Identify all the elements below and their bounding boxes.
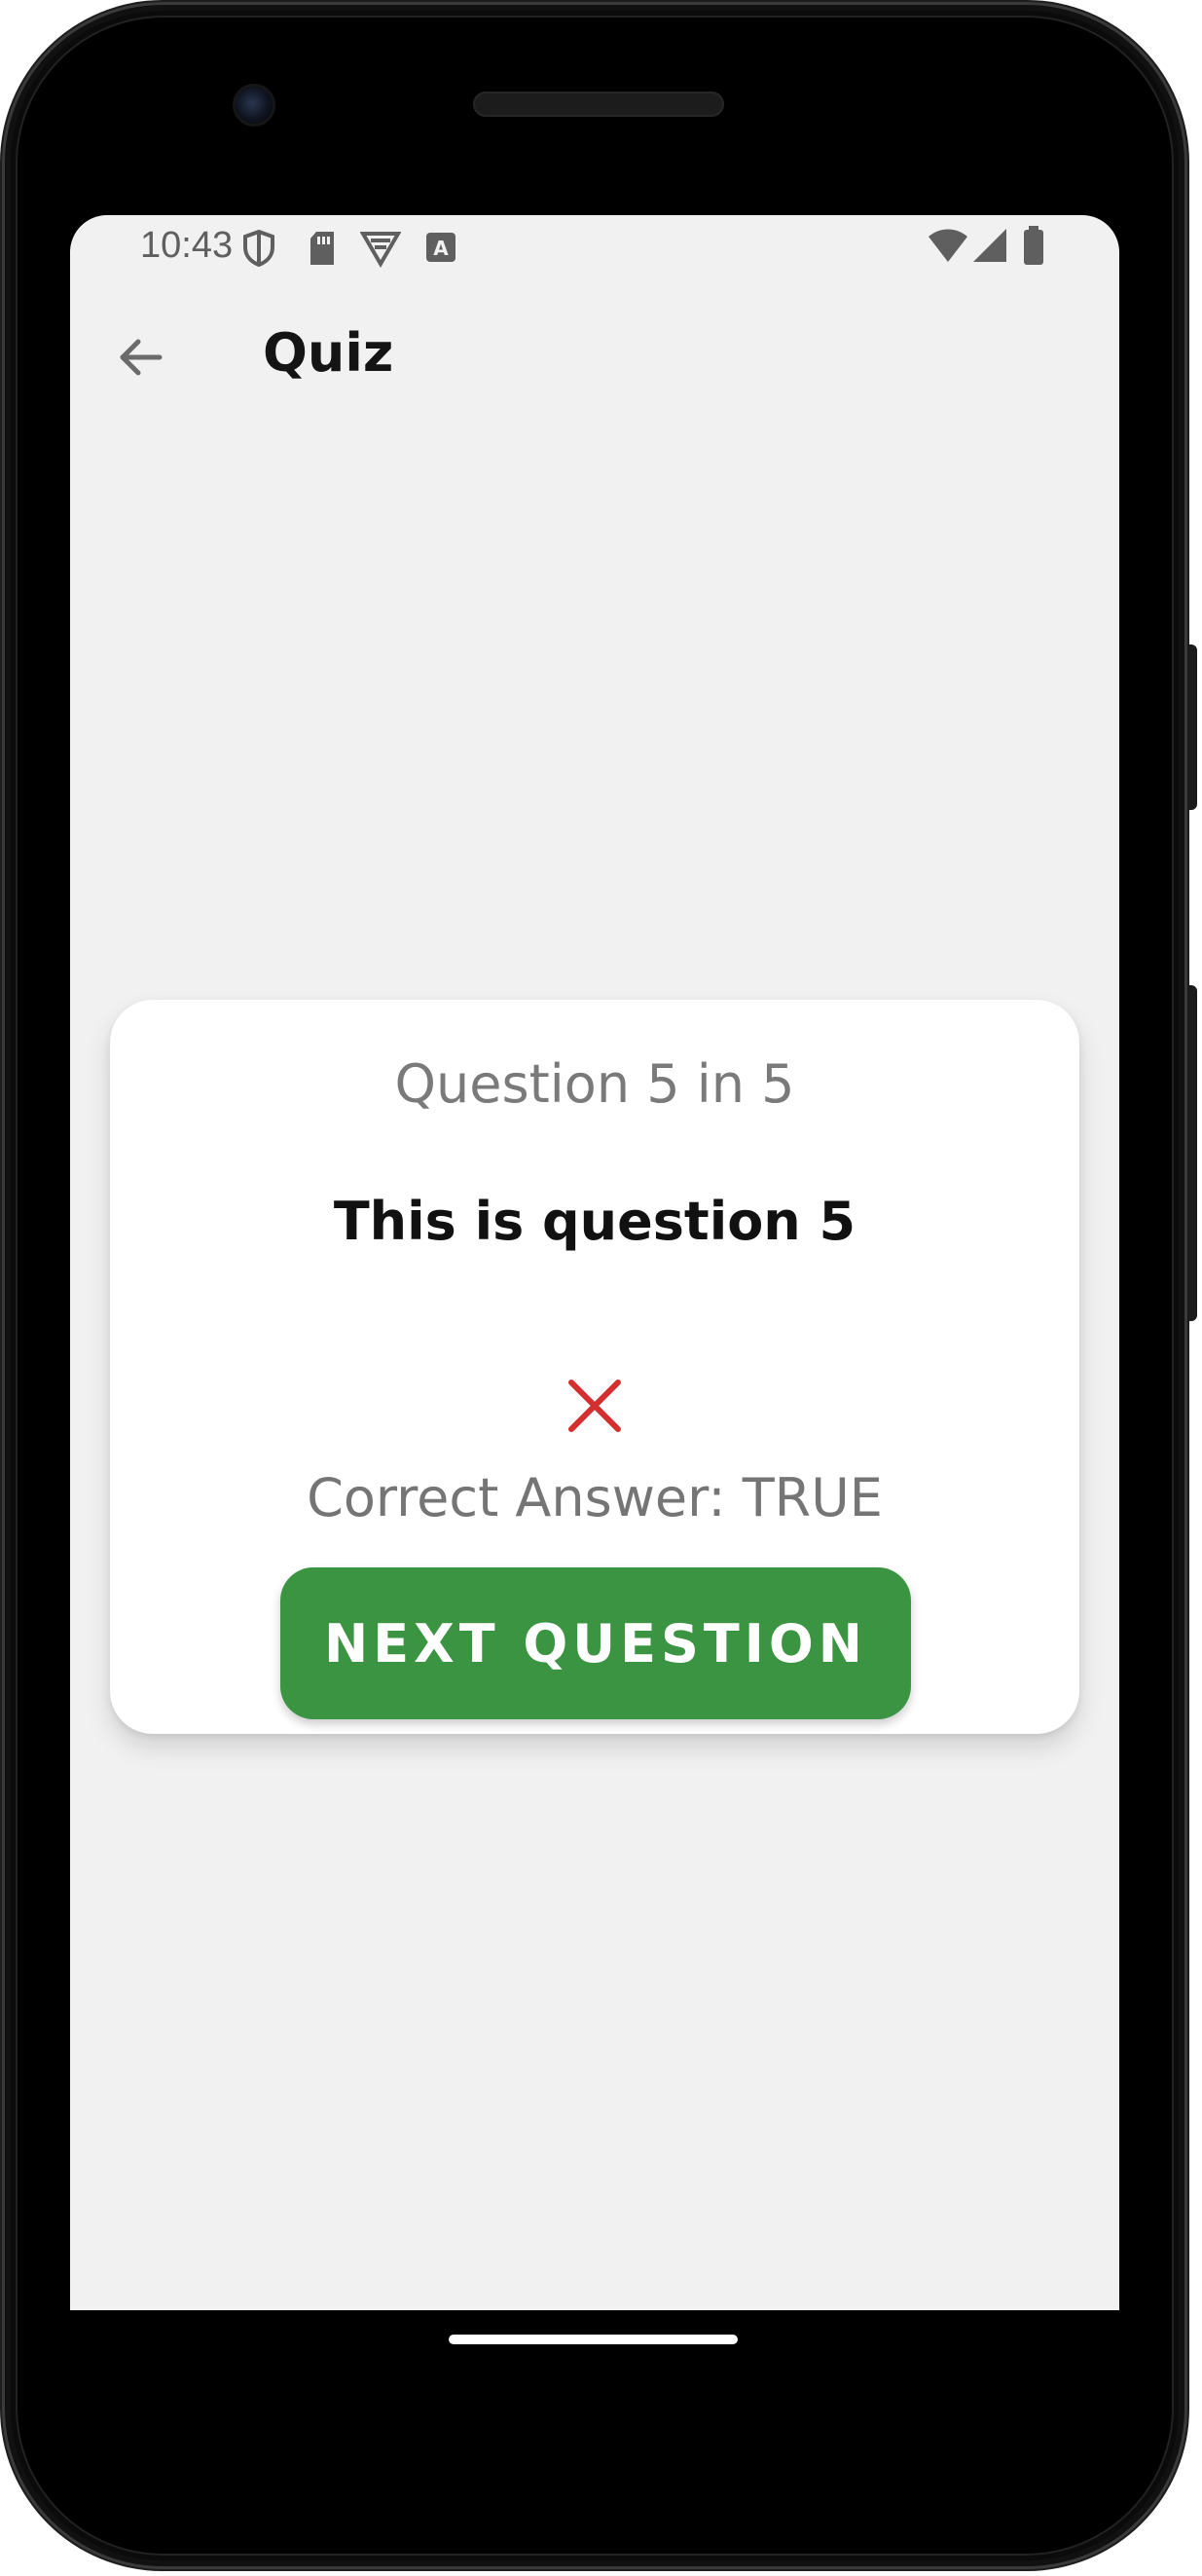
svg-text:A: A xyxy=(433,237,449,260)
shield-icon xyxy=(241,229,276,272)
arrow-left-icon xyxy=(115,332,165,386)
sd-card-icon xyxy=(307,229,338,272)
wifi-icon xyxy=(927,227,969,268)
screen: 10:43 A Quiz Question 5 in 5 This is que… xyxy=(70,215,1119,2310)
power-button xyxy=(1187,644,1197,810)
vpn-icon xyxy=(359,229,402,272)
keyboard-a-icon: A xyxy=(424,229,457,270)
page-title: Quiz xyxy=(263,322,394,384)
question-counter: Question 5 in 5 xyxy=(394,1053,795,1115)
quiz-card: Question 5 in 5 This is question 5 Corre… xyxy=(110,1000,1079,1734)
earpiece-speaker xyxy=(473,92,724,117)
phone-frame: 10:43 A Quiz Question 5 in 5 This is que… xyxy=(2,2,1197,2569)
status-bar: 10:43 A xyxy=(70,215,1119,283)
app-bar: Quiz xyxy=(70,283,1119,429)
status-time: 10:43 xyxy=(140,225,234,266)
front-camera xyxy=(236,87,273,124)
volume-button xyxy=(1187,985,1197,1321)
question-text: This is question 5 xyxy=(333,1191,856,1252)
next-question-button[interactable]: NEXT QUESTION xyxy=(280,1567,911,1719)
close-x-icon xyxy=(565,1377,624,1435)
signal-icon xyxy=(971,227,1008,268)
battery-icon xyxy=(1022,225,1045,270)
back-button[interactable] xyxy=(105,324,175,394)
home-indicator[interactable] xyxy=(449,2335,738,2344)
correct-answer-text: Correct Answer: TRUE xyxy=(307,1467,883,1528)
